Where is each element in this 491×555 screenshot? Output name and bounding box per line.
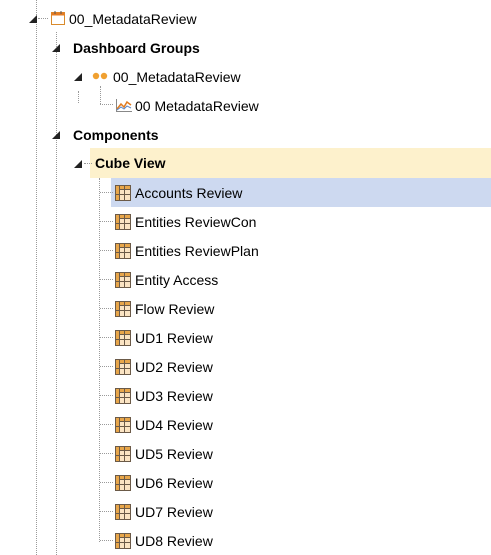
cube-view-grid-icon xyxy=(115,446,131,462)
cube-view-grid-icon xyxy=(115,475,131,491)
dashboard-group-icon xyxy=(92,72,108,80)
tree-node-dashboard-groups[interactable]: Dashboard Groups xyxy=(0,33,491,62)
tree-node-cube-view-item[interactable]: UD1 Review xyxy=(0,323,491,352)
cube-view-grid-icon xyxy=(115,301,131,317)
tree-node-cube-view-item[interactable]: UD4 Review xyxy=(0,410,491,439)
tree-node-cube-view-item[interactable]: UD8 Review xyxy=(0,526,491,555)
cube-view-grid-icon xyxy=(115,330,131,346)
tree-node-root[interactable]: 00_MetadataReview xyxy=(0,4,491,33)
tree-node-label: UD5 Review xyxy=(135,446,213,462)
cube-view-grid-icon xyxy=(115,417,131,433)
tree-node-cube-view-item[interactable]: Entities ReviewPlan xyxy=(0,236,491,265)
tree-node-cube-view-item[interactable]: Entity Access xyxy=(0,265,491,294)
cube-view-grid-icon xyxy=(115,272,131,288)
cube-view-grid-icon xyxy=(115,243,131,259)
collapse-toggle-icon[interactable] xyxy=(74,160,82,168)
tree-node-cube-view-item[interactable]: Flow Review xyxy=(0,294,491,323)
tree-node-label: UD8 Review xyxy=(135,533,213,549)
cube-view-grid-icon xyxy=(115,214,131,230)
tree-node-cube-view-item[interactable]: Entities ReviewCon xyxy=(0,207,491,236)
tree-node-label: Accounts Review xyxy=(135,185,243,201)
tree-node-label: Entities ReviewCon xyxy=(135,214,257,230)
tree-node-label: Cube View xyxy=(95,155,166,171)
cube-view-grid-icon xyxy=(115,388,131,404)
tree-node-label: Dashboard Groups xyxy=(73,40,200,56)
tree-node-cube-view-item[interactable]: UD3 Review xyxy=(0,381,491,410)
tree-node-label: UD6 Review xyxy=(135,475,213,491)
tree-node-label: Entity Access xyxy=(135,272,219,288)
tree-node-label: UD1 Review xyxy=(135,330,213,346)
tree-node-components[interactable]: Components xyxy=(0,120,491,149)
tree-node-label: Components xyxy=(73,127,159,143)
tree-node-cube-view-item[interactable]: UD7 Review xyxy=(0,497,491,526)
collapse-toggle-icon[interactable] xyxy=(29,15,37,23)
cube-view-grid-icon xyxy=(115,359,131,375)
tree-node-cube-view-item[interactable]: UD2 Review xyxy=(0,352,491,381)
tree-node-label: UD2 Review xyxy=(135,359,213,375)
cube-view-grid-icon xyxy=(115,504,131,520)
tree-node-dashboard[interactable]: 00 MetadataReview xyxy=(0,91,491,120)
tree-node-label: Entities ReviewPlan xyxy=(135,243,259,259)
tree-node-cube-view[interactable]: Cube View xyxy=(0,148,491,178)
tree-node-dashboard-group[interactable]: 00_MetadataReview xyxy=(0,62,491,91)
collapse-toggle-icon[interactable] xyxy=(52,131,60,139)
calendar-icon xyxy=(51,11,65,25)
tree-node-label: 00 MetadataReview xyxy=(135,98,259,114)
tree-node-cube-view-item[interactable]: UD6 Review xyxy=(0,468,491,497)
collapse-toggle-icon[interactable] xyxy=(52,44,60,52)
cube-view-grid-icon xyxy=(115,185,131,201)
tree-node-cube-view-item[interactable]: Accounts Review xyxy=(0,178,491,207)
tree-node-label: Flow Review xyxy=(135,301,215,317)
tree-node-label: 00_MetadataReview xyxy=(69,11,197,27)
tree-node-cube-view-item[interactable]: UD5 Review xyxy=(0,439,491,468)
tree-node-label: 00_MetadataReview xyxy=(113,69,241,85)
chart-icon xyxy=(116,99,132,112)
tree-node-label: UD4 Review xyxy=(135,417,213,433)
cube-view-grid-icon xyxy=(115,533,131,549)
tree-view: 00_MetadataReview Dashboard Groups 00_Me… xyxy=(0,0,491,555)
tree-node-label: UD7 Review xyxy=(135,504,213,520)
collapse-toggle-icon[interactable] xyxy=(74,73,82,81)
tree-node-label: UD3 Review xyxy=(135,388,213,404)
